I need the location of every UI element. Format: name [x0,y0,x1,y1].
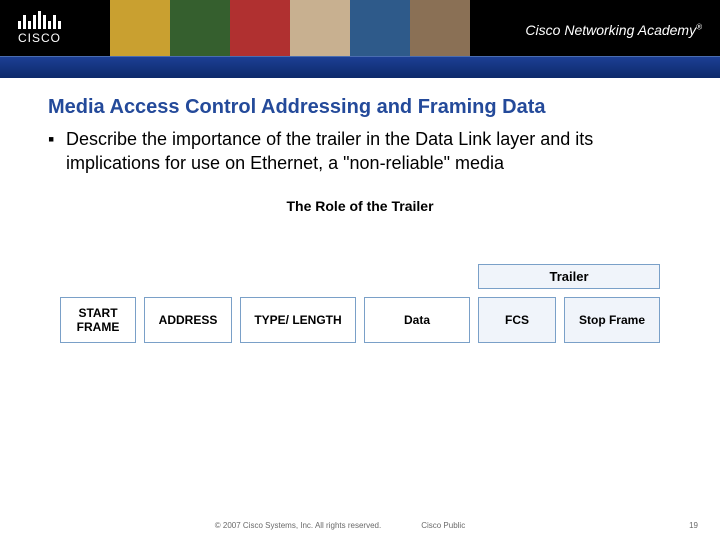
academy-label: Cisco Networking Academy® [525,22,702,38]
banner-photo [230,0,290,56]
frame-diagram: Trailer START FRAME ADDRESS TYPE/ LENGTH… [60,264,660,343]
banner-photo [170,0,230,56]
field-stop-frame: Stop Frame [564,297,660,343]
slide-title: Media Access Control Addressing and Fram… [48,96,672,119]
page-number: 19 [689,521,698,530]
bullet-marker-icon: ▪ [48,127,66,176]
field-address: ADDRESS [144,297,232,343]
banner-top: CISCO Cisco Networking Academy® [0,0,720,56]
field-type-length: TYPE/ LENGTH [240,297,356,343]
trailer-label-row: Trailer [60,264,660,289]
diagram-title: The Role of the Trailer [48,198,672,214]
academy-prefix: Cisco [525,22,564,38]
footer-copyright: © 2007 Cisco Systems, Inc. All rights re… [215,521,381,530]
banner-photo [410,0,470,56]
footer: © 2007 Cisco Systems, Inc. All rights re… [0,521,720,530]
cisco-wordmark: CISCO [18,31,61,45]
bullet-item: ▪ Describe the importance of the trailer… [48,127,672,176]
field-data: Data [364,297,470,343]
trademark-icon: ® [696,22,702,31]
cisco-bridge-icon [18,11,61,29]
content: Media Access Control Addressing and Fram… [0,78,720,343]
banner-photo [350,0,410,56]
bullet-text: Describe the importance of the trailer i… [66,127,672,176]
academy-main: Networking Academy [564,22,696,38]
header-banner: CISCO Cisco Networking Academy® [0,0,720,78]
photo-strip [110,0,470,56]
banner-photo [110,0,170,56]
frame-field-row: START FRAME ADDRESS TYPE/ LENGTH Data FC… [60,297,660,343]
footer-public: Cisco Public [421,521,465,530]
banner-accent-bar [0,56,720,78]
field-fcs: FCS [478,297,556,343]
spacer [60,264,478,289]
cisco-logo: CISCO [18,11,61,45]
banner-photo [290,0,350,56]
trailer-label: Trailer [478,264,660,289]
field-start-frame: START FRAME [60,297,136,343]
